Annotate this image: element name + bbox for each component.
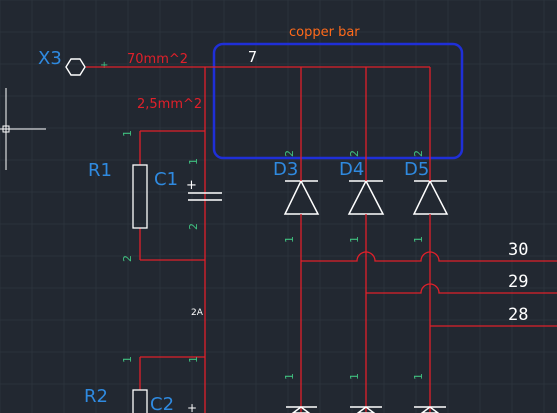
c1-pin-bottom-number: 2 [187, 223, 200, 230]
d4-pin-bottom-number: 1 [348, 236, 361, 243]
lower-d3-pin-number: 1 [283, 373, 296, 380]
d4-label: D4 [339, 159, 364, 180]
copper-bar-node-number: 7 [248, 48, 257, 66]
fuse-rating-label: 2A [191, 308, 204, 318]
connector-x3-label: X3 [38, 48, 62, 69]
r2-pin-top-number: 1 [121, 356, 134, 363]
net-28-label: 28 [508, 305, 528, 325]
r2-label: R2 [84, 386, 108, 407]
cad-drawing-canvas[interactable]: copper bar 7 X3 + 70mm^2 2,5mm^2 R1 1 2 … [0, 0, 557, 413]
r1-label: R1 [88, 160, 112, 181]
lower-d4-pin-number: 1 [348, 373, 361, 380]
net-29-label: 29 [508, 272, 528, 292]
r1-pin-bottom-number: 2 [121, 255, 134, 262]
d5-label: D5 [404, 159, 429, 180]
d5-pin-bottom-number: 1 [412, 236, 425, 243]
d3-pin-bottom-number: 1 [283, 236, 296, 243]
c2-label: C2 [150, 394, 174, 413]
d3-pin-top-number: 2 [283, 150, 296, 157]
c1-pin-top-number: 1 [187, 158, 200, 165]
copper-bar-annotation: copper bar [289, 25, 360, 40]
d3-label: D3 [273, 159, 298, 180]
net-30-label: 30 [508, 240, 528, 260]
d4-pin-top-number: 2 [348, 150, 361, 157]
lower-left-pin-number: 1 [187, 356, 200, 363]
r1-pin-top-number: 1 [121, 130, 134, 137]
c1-label: C1 [154, 169, 178, 190]
c2-polarity-mark: + [187, 401, 197, 413]
main-wire-cross-section-label: 70mm^2 [127, 52, 188, 67]
c1-polarity-mark: + [186, 178, 197, 193]
branch-wire-cross-section-label: 2,5mm^2 [137, 97, 202, 112]
connector-plus-mark: + [100, 60, 108, 71]
d5-pin-top-number: 2 [412, 150, 425, 157]
drawing-background [0, 0, 557, 413]
lower-d5-pin-number: 1 [412, 373, 425, 380]
